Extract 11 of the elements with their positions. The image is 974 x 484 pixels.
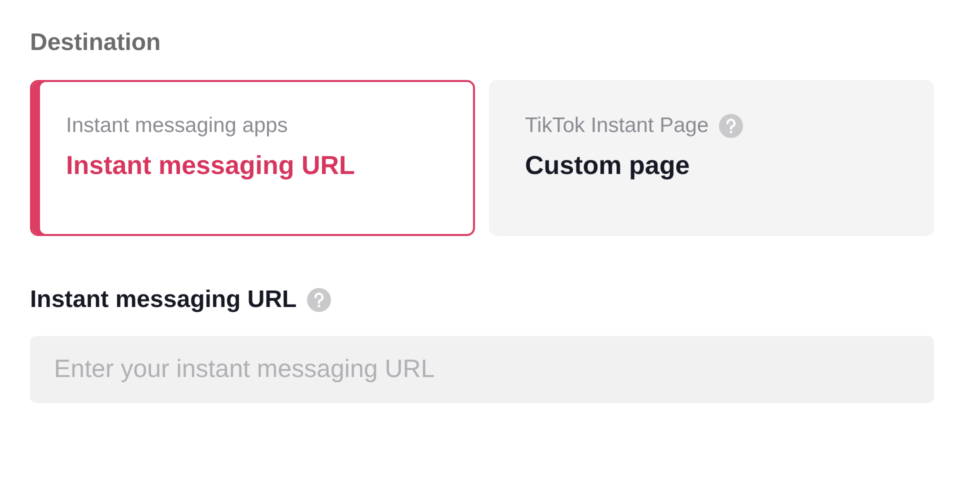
- url-input-field[interactable]: Enter your instant messaging URL: [30, 336, 934, 403]
- help-icon[interactable]: [306, 288, 331, 312]
- option-title: Instant messaging URL: [66, 150, 356, 181]
- option-title: Custom page: [525, 150, 691, 181]
- option-card[interactable]: TikTok Instant Page Custom page: [489, 80, 934, 236]
- section-title: Destination: [30, 28, 162, 58]
- field-label: Instant messaging URL: [30, 286, 297, 314]
- option-subtitle: Instant messaging apps: [66, 114, 288, 138]
- option-subtitle: TikTok Instant Page: [525, 114, 709, 138]
- option-card[interactable]: Instant messaging apps Instant messaging URL: [30, 80, 475, 236]
- help-icon[interactable]: [718, 114, 743, 138]
